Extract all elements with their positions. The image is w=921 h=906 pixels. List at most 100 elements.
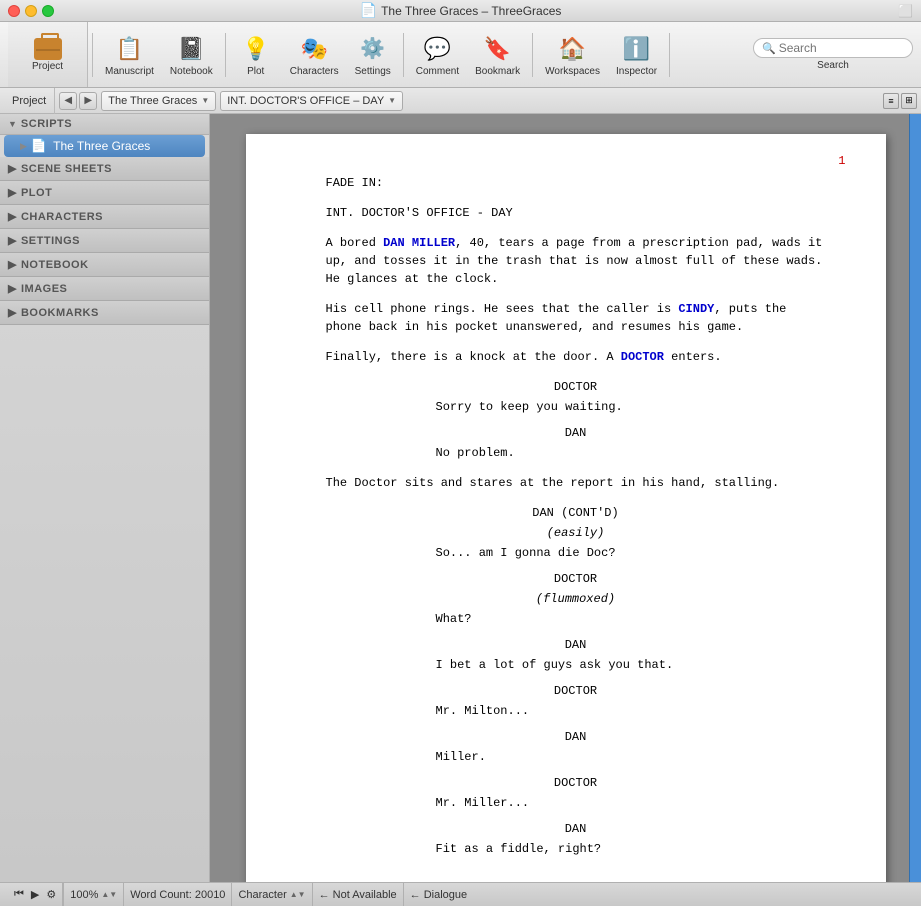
notebook-label: Notebook <box>170 66 213 77</box>
notebook-button[interactable]: 📓 Notebook <box>162 29 221 81</box>
plot-label: Plot <box>247 66 264 77</box>
dialogue-char-dan-2: DAN <box>326 636 826 654</box>
three-graces-icon: 📄 <box>31 138 47 154</box>
nav-arrows[interactable]: ◀ ▶ <box>59 92 97 110</box>
page-number: 1 <box>838 152 845 170</box>
window-resize[interactable]: ⬜ <box>898 2 913 20</box>
settings-section[interactable]: ▶ SETTINGS <box>0 229 209 253</box>
style-text: ← Dialogue <box>410 889 467 901</box>
bookmarks-label: BOOKMARKS <box>21 307 99 319</box>
nav-project-label: Project <box>4 88 55 114</box>
scripts-section-header[interactable]: ▼ SCRIPTS <box>0 114 209 135</box>
dialogue-char-doctor-3: DOCTOR <box>326 682 826 700</box>
action-4: The Doctor sits and stares at the report… <box>326 474 826 492</box>
scene-sheets-section[interactable]: ▶ SCENE SHEETS <box>0 157 209 181</box>
dialogue-char-dan-3: DAN <box>326 728 826 746</box>
element-type-text: Character <box>238 889 286 901</box>
dialogue-char-doctor-2: DOCTOR <box>326 570 826 588</box>
dialogue-text-doctor-3: Mr. Milton... <box>436 702 716 720</box>
nav-back-button[interactable]: ◀ <box>59 92 77 110</box>
comment-icon: 💬 <box>421 33 453 65</box>
manuscript-button[interactable]: 📋 Manuscript <box>97 29 162 81</box>
characters-label: CHARACTERS <box>21 211 103 223</box>
notebook-section[interactable]: ▶ NOTEBOOK <box>0 253 209 277</box>
inspector-button[interactable]: ℹ️ Inspector <box>608 29 665 81</box>
action-3: Finally, there is a knock at the door. A… <box>326 348 826 366</box>
status-text: ← Not Available <box>319 889 397 901</box>
images-chevron[interactable]: ▶ <box>8 282 17 295</box>
script-page[interactable]: 1 FADE IN: INT. DOCTOR'S OFFICE - DAY A … <box>246 134 886 882</box>
close-button[interactable] <box>8 5 20 17</box>
rewind-icon[interactable]: ⏮ <box>14 888 24 901</box>
minimize-button[interactable] <box>25 5 37 17</box>
action-2: His cell phone rings. He sees that the c… <box>326 300 826 336</box>
maximize-button[interactable] <box>42 5 54 17</box>
status-icons[interactable]: ⏮ ▶ ⚙ <box>8 883 63 906</box>
search-input-wrap[interactable]: 🔍 <box>753 38 913 58</box>
notebook-sidebar-chevron[interactable]: ▶ <box>8 258 17 271</box>
dialogue-text-dan-4: Fit as a fiddle, right? <box>436 840 716 858</box>
dialogue-text-doctor-2: What? <box>436 610 716 628</box>
view-toggle[interactable]: ≡ ⊞ <box>883 93 917 109</box>
inspector-icon: ℹ️ <box>621 33 653 65</box>
style-control[interactable]: ← Dialogue <box>404 883 473 906</box>
separator-5 <box>669 33 670 77</box>
dialogue-dan-1: DAN No problem. <box>326 424 826 462</box>
scripts-section-chevron[interactable]: ▼ <box>8 119 17 129</box>
project-button[interactable]: Project <box>8 22 88 87</box>
scene-sheets-label: SCENE SHEETS <box>21 163 112 175</box>
plot-icon: 💡 <box>240 33 272 65</box>
grid-view-icon[interactable]: ⊞ <box>901 93 917 109</box>
bookmarks-chevron[interactable]: ▶ <box>8 306 17 319</box>
plot-chevron[interactable]: ▶ <box>8 186 17 199</box>
settings-sidebar-chevron[interactable]: ▶ <box>8 234 17 247</box>
window-title: The Three Graces – ThreeGraces <box>381 4 561 18</box>
sidebar-item-three-graces[interactable]: ▶ 📄 The Three Graces <box>4 135 205 157</box>
project-label: Project <box>32 61 63 72</box>
scene-selector-chevron: ▼ <box>388 96 396 105</box>
scene-sheets-chevron[interactable]: ▶ <box>8 162 17 175</box>
nav-bar: Project ◀ ▶ The Three Graces ▼ INT. DOCT… <box>0 88 921 114</box>
plot-section[interactable]: ▶ PLOT <box>0 181 209 205</box>
plot-button[interactable]: 💡 Plot <box>230 29 282 81</box>
window-controls[interactable] <box>8 5 54 17</box>
dialogue-text-dan-contd: So... am I gonna die Doc? <box>436 544 716 562</box>
inspector-label: Inspector <box>616 66 657 77</box>
comment-label: Comment <box>416 66 459 77</box>
play-icon[interactable]: ▶ <box>31 888 39 901</box>
settings-status-icon[interactable]: ⚙ <box>46 888 56 901</box>
comment-button[interactable]: 💬 Comment <box>408 29 467 81</box>
dialogue-doctor-2: DOCTOR (flummoxed) What? <box>326 570 826 628</box>
zoom-chevron[interactable]: ▲▼ <box>101 890 117 899</box>
document-icon: 📄 <box>360 2 377 19</box>
separator-4 <box>532 33 533 77</box>
dialogue-text-doctor-1: Sorry to keep you waiting. <box>436 398 716 416</box>
search-input[interactable] <box>779 41 909 55</box>
nav-forward-button[interactable]: ▶ <box>79 92 97 110</box>
workspaces-button[interactable]: 🏠 Workspaces <box>537 29 608 81</box>
dialogue-text-dan-3: Miller. <box>436 748 716 766</box>
characters-button[interactable]: 🎭 Characters <box>282 29 347 81</box>
scene-selector[interactable]: INT. DOCTOR'S OFFICE – DAY ▼ <box>220 91 403 111</box>
dialogue-text-dan-1: No problem. <box>436 444 716 462</box>
element-type-control[interactable]: Character ▲▼ <box>232 883 312 906</box>
characters-chevron[interactable]: ▶ <box>8 210 17 223</box>
bookmark-button[interactable]: 🔖 Bookmark <box>467 29 528 81</box>
dialogue-char-dan-contd: DAN (CONT'D) <box>326 504 826 522</box>
zoom-control[interactable]: 100% ▲▼ <box>64 883 124 906</box>
bookmarks-section[interactable]: ▶ BOOKMARKS <box>0 301 209 325</box>
word-count-text: Word Count: 20010 <box>130 889 225 901</box>
plot-label: PLOT <box>21 187 52 199</box>
script-selector[interactable]: The Three Graces ▼ <box>101 91 216 111</box>
dialogue-text-dan-2: I bet a lot of guys ask you that. <box>436 656 716 674</box>
right-handle <box>909 114 921 882</box>
characters-section[interactable]: ▶ CHARACTERS <box>0 205 209 229</box>
list-view-icon[interactable]: ≡ <box>883 93 899 109</box>
element-type-chevron[interactable]: ▲▼ <box>290 890 306 899</box>
fade-in: FADE IN: <box>326 174 826 192</box>
workspaces-icon: 🏠 <box>557 33 589 65</box>
settings-button[interactable]: ⚙️ Settings <box>347 29 399 81</box>
scene-heading: INT. DOCTOR'S OFFICE - DAY <box>326 204 826 222</box>
notebook-icon: 📓 <box>175 33 207 65</box>
images-section[interactable]: ▶ IMAGES <box>0 277 209 301</box>
